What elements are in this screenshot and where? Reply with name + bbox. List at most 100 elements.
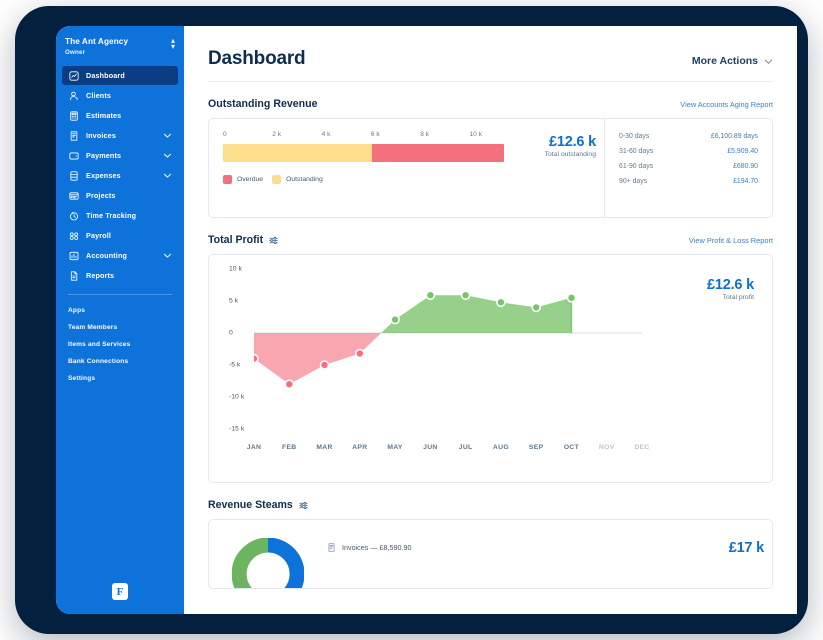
revenue-legend-list: Invoices — £8,590.90 [327,534,682,552]
outstanding-revenue-header: Outstanding Revenue View Accounts Aging … [208,98,773,110]
chevron-down-icon[interactable] [163,131,172,140]
chart-legend: OverdueOutstanding [223,175,504,184]
profit-x-tick: JAN [247,444,262,451]
sidebar-nav: Dashboard Clients Estimates Invoices Payment… [56,66,184,285]
profit-x-tick: MAY [387,444,402,451]
payments-icon [68,150,79,161]
sidebar-item-reports[interactable]: Reports [62,266,178,285]
aging-label: 0-30 days [619,133,649,140]
sidebar-item-estimates[interactable]: Estimates [62,106,178,125]
total-profit-card: 10 k5 k0-5 k-10 k-15 k JANFEBMARAPRMAYJU… [208,254,773,483]
revenue-streams-header: Revenue Steams [208,499,773,511]
bar-axis-tick: 6 k [371,131,380,138]
profit-x-tick: JUN [423,444,438,451]
sidebar-item-label: Time Tracking [86,211,172,220]
legend-swatch [272,175,281,184]
sidebar-item-items-and-services[interactable]: Items and Services [56,336,184,353]
sidebar-item-projects[interactable]: Projects [62,186,178,205]
sidebar-item-label: Payroll [86,231,172,240]
outstanding-revenue-bar [223,144,504,162]
revenue-streams-card: Invoices — £8,590.90 £17 k [208,519,773,589]
org-switch-chevrons-icon[interactable]: ▴▾ [171,36,175,50]
profit-y-tick: -15 k [229,426,244,433]
bar-axis-tick: 2 k [272,131,281,138]
page-header: Dashboard More Actions [208,26,773,82]
sidebar-item-team-members[interactable]: Team Members [56,319,184,336]
bar-axis-tick: 4 k [322,131,331,138]
sidebar-item-label: Reports [86,271,172,280]
bar-segment-overdue [372,144,504,162]
revenue-streams-title-label: Revenue Steams [208,499,293,511]
profit-x-tick: OCT [564,444,579,451]
profit-chart: 10 k5 k0-5 k-10 k-15 k JANFEBMARAPRMAYJU… [209,255,672,482]
sidebar: The Ant Agency Owner ▴▾ Dashboard Clients… [56,26,184,614]
payroll-icon [68,230,79,241]
sidebar-item-clients[interactable]: Clients [62,86,178,105]
total-profit-header: Total Profit View Profit & Loss Report [208,234,773,246]
accounting-icon [68,250,79,261]
outstanding-revenue-title: Outstanding Revenue [208,98,317,110]
org-switcher[interactable]: The Ant Agency Owner ▴▾ [56,26,184,64]
legend-item: Overdue [223,175,263,184]
sidebar-item-label: Payments [86,151,163,160]
profit-total: £12.6 k Total profit [672,255,772,482]
profit-x-tick: SEP [529,444,544,451]
sidebar-item-label: Bank Connections [68,358,128,365]
sidebar-item-bank-connections[interactable]: Bank Connections [56,353,184,370]
org-role: Owner [65,49,128,56]
profit-x-tick: FEB [282,444,297,451]
expenses-icon [68,170,79,181]
sidebar-item-label: Estimates [86,111,172,120]
outstanding-total-amount: £12.6 k [518,134,596,150]
sidebar-item-label: Items and Services [68,341,130,348]
bar-chart-axis: 02 k4 k6 k8 k10 k [223,131,504,142]
outstanding-chart: 02 k4 k6 k8 k10 k OverdueOutstanding [209,119,518,217]
sidebar-item-payments[interactable]: Payments [62,146,178,165]
sidebar-item-invoices[interactable]: Invoices [62,126,178,145]
donut-svg [232,538,304,589]
sidebar-item-accounting[interactable]: Accounting [62,246,178,265]
profit-x-tick: MAR [316,444,332,451]
view-profit-loss-report-link[interactable]: View Profit & Loss Report [689,236,773,245]
profit-y-tick: 0 [229,330,233,337]
profit-x-tick: DEC [634,444,649,451]
bar-axis-tick: 0 [223,131,227,138]
chevron-down-icon[interactable] [163,171,172,180]
aging-value[interactable]: £194.70 [733,178,758,185]
chevron-down-icon [764,57,773,66]
profit-x-tick: NOV [599,444,615,451]
bar-segment-outstanding [223,144,372,162]
legend-label: Overdue [237,176,263,183]
sidebar-item-label: Dashboard [86,71,172,80]
filter-settings-icon[interactable] [269,236,278,245]
chevron-down-icon[interactable] [163,151,172,160]
view-accounts-aging-report-link[interactable]: View Accounts Aging Report [680,100,773,109]
sidebar-item-apps[interactable]: Apps [56,302,184,319]
more-actions-button[interactable]: More Actions [692,55,773,67]
clock-icon [68,210,79,221]
device-frame: The Ant Agency Owner ▴▾ Dashboard Clients… [15,6,808,634]
chevron-down-icon[interactable] [163,251,172,260]
aging-row: 90+ days £194.70 [619,178,758,185]
profit-area-plot [254,269,642,429]
aging-label: 31-60 days [619,148,653,155]
dashboard-icon [68,70,79,81]
aging-label: 90+ days [619,178,647,185]
sidebar-item-expenses[interactable]: Expenses [62,166,178,185]
invoices-icon [68,130,79,141]
sidebar-divider [68,294,172,295]
aging-value[interactable]: £680.90 [733,163,758,170]
aging-value[interactable]: £5,909.40 [727,148,758,155]
sidebar-item-time-tracking[interactable]: Time Tracking [62,206,178,225]
main-content: Dashboard More Actions Outstanding Reven… [184,26,797,614]
total-profit-title-label: Total Profit [208,234,263,246]
sidebar-item-payroll[interactable]: Payroll [62,226,178,245]
aging-row: 0-30 days £6,100.89 days [619,133,758,140]
filter-settings-icon[interactable] [299,501,308,510]
sidebar-item-dashboard[interactable]: Dashboard [62,66,178,85]
aging-value[interactable]: £6,100.89 days [711,133,758,140]
revenue-total: £17 k [682,534,772,556]
profit-y-tick: 10 k [229,266,242,273]
bar-axis-tick: 8 k [420,131,429,138]
sidebar-item-settings[interactable]: Settings [56,370,184,387]
